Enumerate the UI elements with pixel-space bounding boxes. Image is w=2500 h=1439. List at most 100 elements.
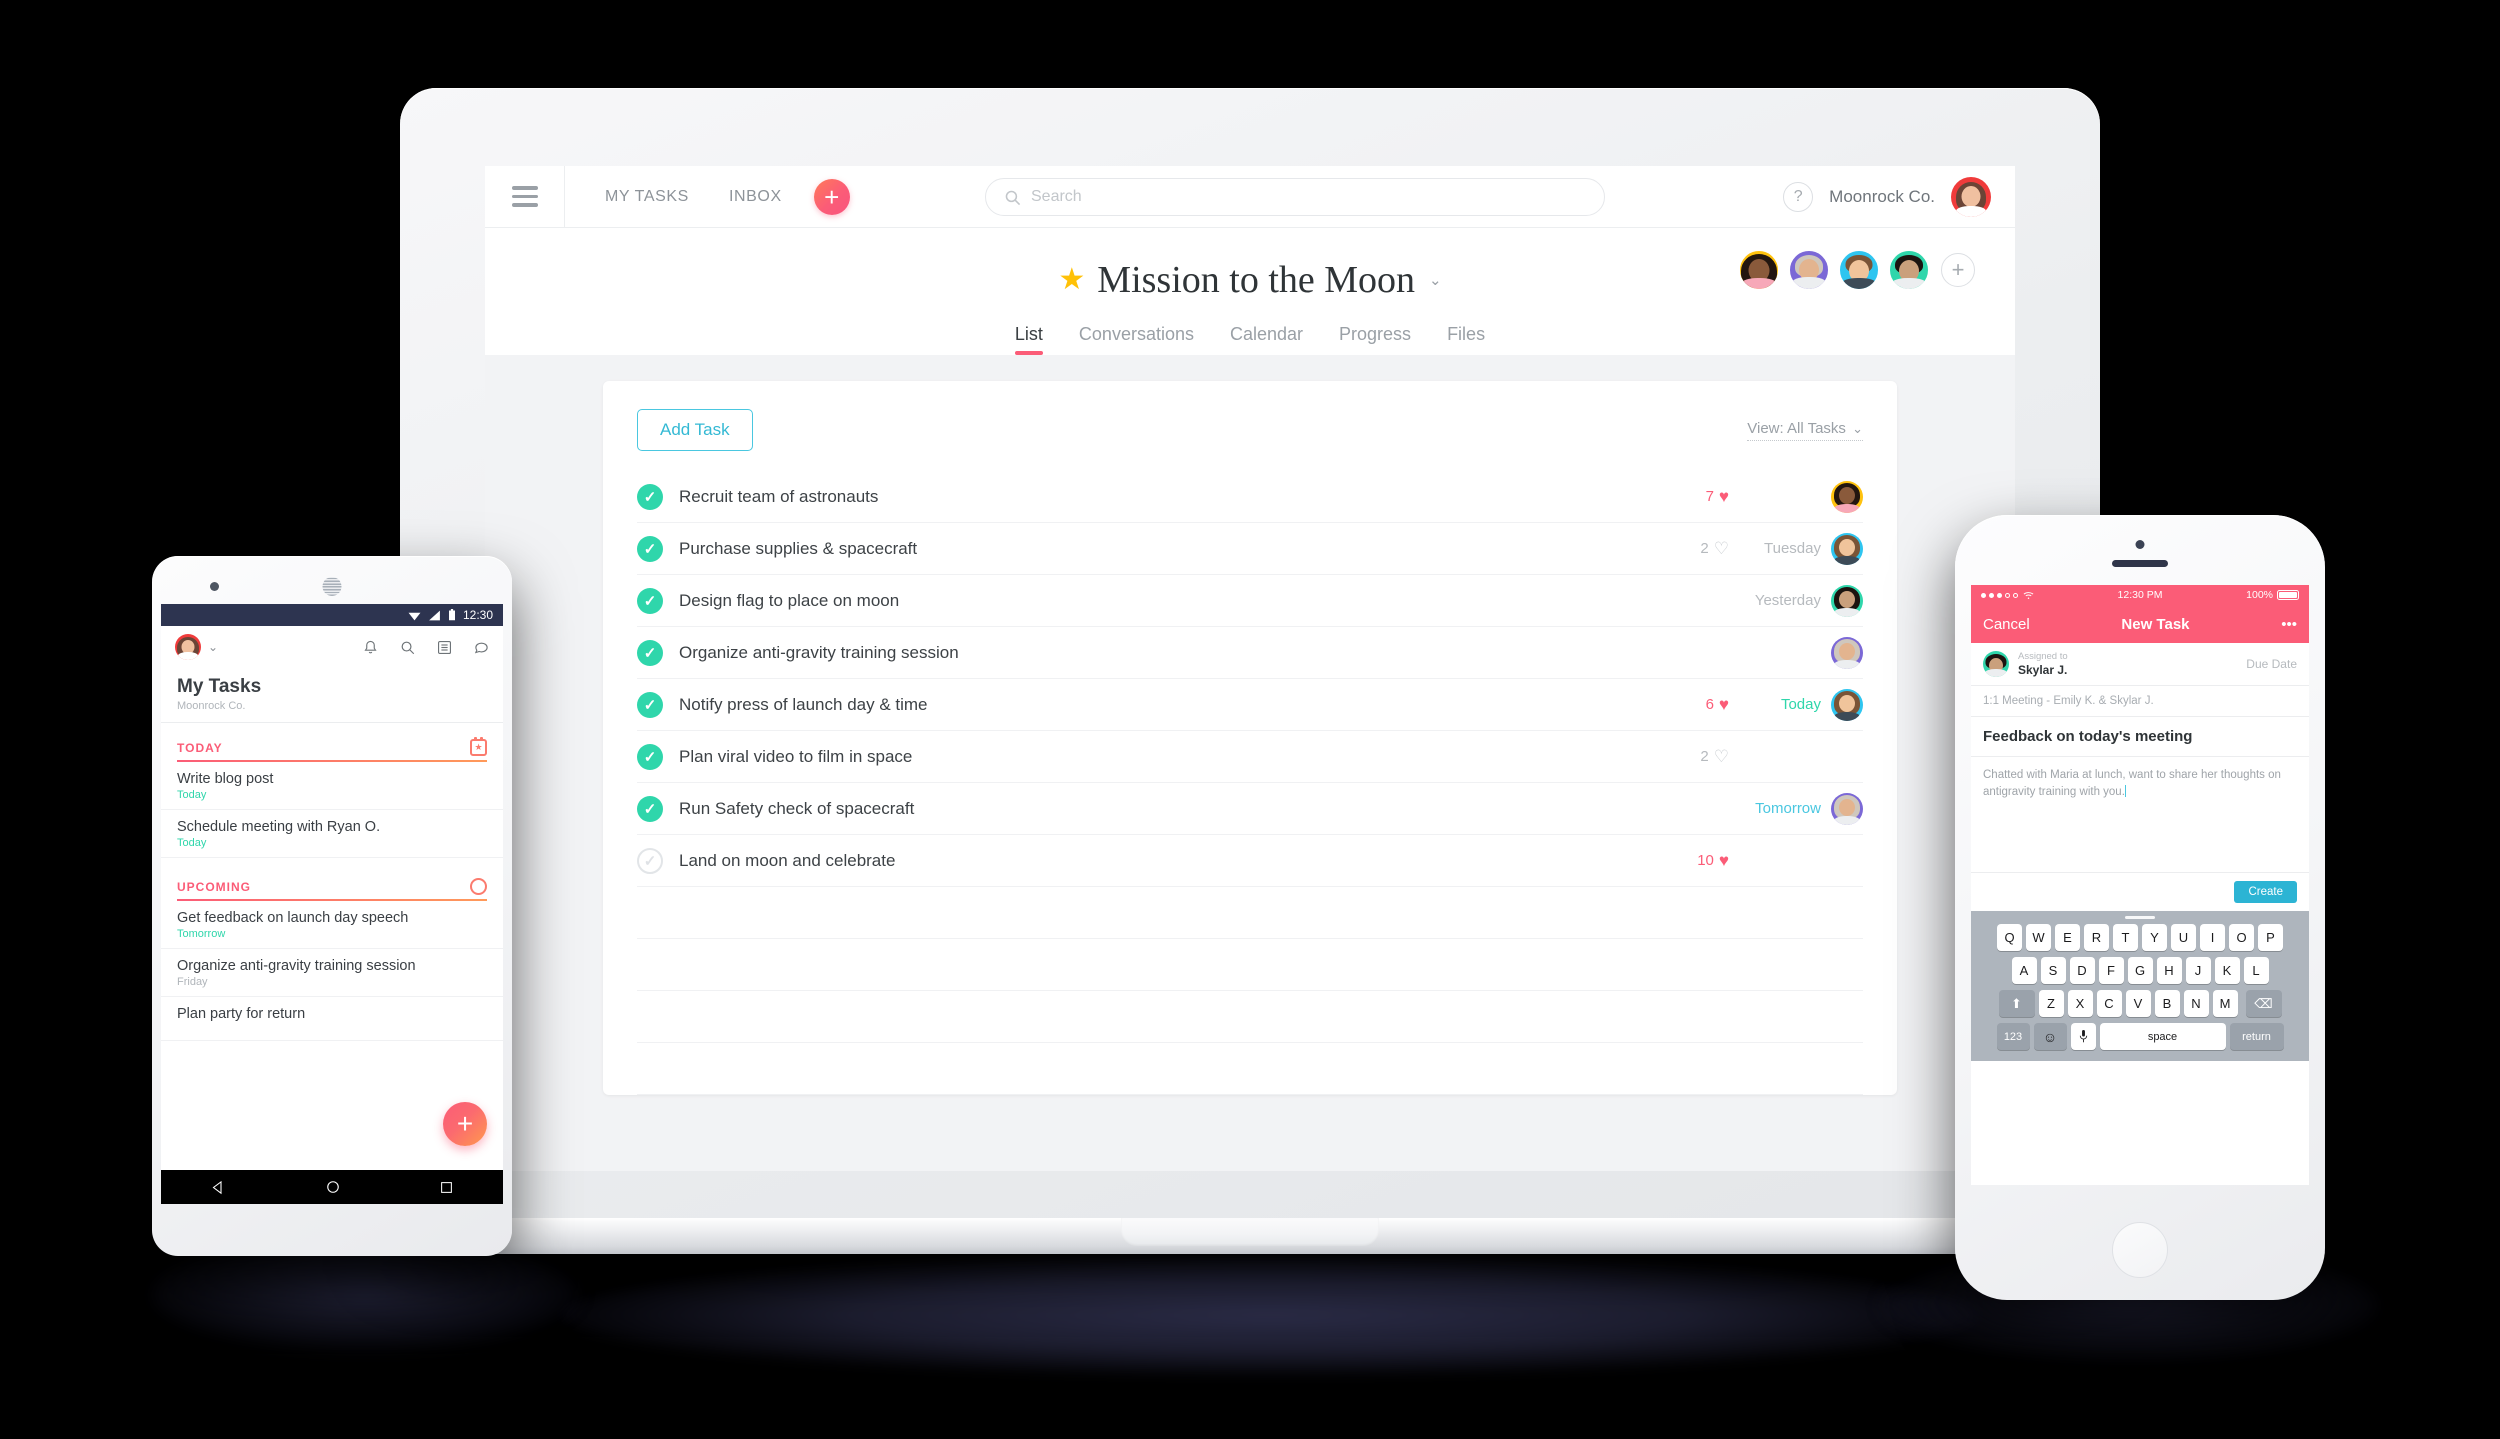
- nav-inbox[interactable]: INBOX: [729, 188, 782, 206]
- search-icon[interactable]: [400, 640, 415, 655]
- table-row[interactable]: ✓ Plan viral video to film in space 2 ♡: [637, 731, 1863, 783]
- circle-icon[interactable]: [470, 878, 487, 895]
- chat-icon[interactable]: [474, 640, 489, 655]
- mic-key[interactable]: [2070, 1023, 2096, 1050]
- due-date-button[interactable]: Due Date: [2246, 657, 2297, 671]
- like-count[interactable]: 2 ♡: [1700, 747, 1729, 767]
- table-row[interactable]: ✓ Notify press of launch day & time 6 ♥ Toda…: [637, 679, 1863, 731]
- key-w[interactable]: W: [2026, 924, 2051, 951]
- recents-icon[interactable]: [440, 1181, 453, 1194]
- list-item[interactable]: Plan party for return: [161, 997, 503, 1041]
- task-checkbox-checked[interactable]: ✓: [637, 587, 663, 614]
- nav-my-tasks[interactable]: MY TASKS: [605, 188, 689, 206]
- avatar[interactable]: [1837, 248, 1881, 292]
- table-row[interactable]: ✓ Purchase supplies & spacecraft 2 ♡ Tuesday: [637, 523, 1863, 575]
- key-f[interactable]: F: [2098, 957, 2124, 984]
- key-h[interactable]: H: [2156, 957, 2182, 984]
- list-item[interactable]: Get feedback on launch day speech Tomorr…: [161, 901, 503, 949]
- tab-files[interactable]: Files: [1447, 324, 1485, 355]
- avatar[interactable]: [1983, 651, 2009, 677]
- key-x[interactable]: X: [2067, 990, 2093, 1017]
- back-icon[interactable]: [211, 1180, 226, 1195]
- list-item[interactable]: Schedule meeting with Ryan O. Today: [161, 810, 503, 858]
- key-t[interactable]: T: [2113, 924, 2138, 951]
- task-due-date[interactable]: Tomorrow: [1739, 800, 1821, 817]
- add-task-fab[interactable]: +: [443, 1102, 487, 1146]
- key-l[interactable]: L: [2243, 957, 2269, 984]
- avatar[interactable]: [1831, 792, 1863, 825]
- table-row[interactable]: ✓ Run Safety check of spacecraft Tomorrow: [637, 783, 1863, 835]
- list-item[interactable]: Write blog post Today: [161, 762, 503, 810]
- key-g[interactable]: G: [2127, 957, 2153, 984]
- table-row[interactable]: ✓ Land on moon and celebrate 10 ♥: [637, 835, 1863, 887]
- shift-key[interactable]: ⬆: [1998, 990, 2035, 1017]
- avatar[interactable]: [1831, 584, 1863, 617]
- help-icon[interactable]: ?: [1783, 182, 1814, 212]
- calendar-star-icon[interactable]: ★: [470, 737, 487, 756]
- home-icon[interactable]: [326, 1180, 340, 1194]
- backspace-key[interactable]: ⌫: [2245, 990, 2282, 1017]
- key-n[interactable]: N: [2183, 990, 2209, 1017]
- key-i[interactable]: I: [2200, 924, 2225, 951]
- key-k[interactable]: K: [2214, 957, 2240, 984]
- task-checkbox-checked[interactable]: ✓: [637, 795, 663, 822]
- key-s[interactable]: S: [2040, 957, 2066, 984]
- tab-progress[interactable]: Progress: [1339, 324, 1411, 355]
- menu-button[interactable]: [485, 166, 565, 228]
- key-a[interactable]: A: [2011, 957, 2037, 984]
- avatar[interactable]: [1831, 532, 1863, 565]
- list-icon[interactable]: [437, 640, 452, 655]
- key-v[interactable]: V: [2125, 990, 2151, 1017]
- keyboard-handle[interactable]: [2125, 916, 2155, 919]
- add-member-button[interactable]: +: [1941, 253, 1975, 287]
- more-options-icon[interactable]: •••: [2281, 616, 2297, 633]
- numbers-key[interactable]: 123: [1996, 1023, 2030, 1050]
- space-key[interactable]: space: [2099, 1023, 2226, 1050]
- like-count[interactable]: 7 ♥: [1706, 487, 1729, 507]
- key-b[interactable]: B: [2154, 990, 2180, 1017]
- task-due-date[interactable]: Yesterday: [1739, 592, 1821, 609]
- chevron-down-icon[interactable]: ⌄: [1429, 271, 1442, 289]
- add-task-button[interactable]: Add Task: [637, 409, 753, 451]
- like-count[interactable]: 6 ♥: [1706, 695, 1729, 715]
- key-m[interactable]: M: [2212, 990, 2238, 1017]
- table-row[interactable]: ✓ Design flag to place on moon Yesterday: [637, 575, 1863, 627]
- avatar[interactable]: [1737, 248, 1781, 292]
- key-j[interactable]: J: [2185, 957, 2211, 984]
- key-d[interactable]: D: [2069, 957, 2095, 984]
- task-name-field[interactable]: Feedback on today's meeting: [1971, 717, 2309, 757]
- key-p[interactable]: P: [2258, 924, 2283, 951]
- tab-conversations[interactable]: Conversations: [1079, 324, 1194, 355]
- key-r[interactable]: R: [2084, 924, 2109, 951]
- home-button[interactable]: [2112, 1222, 2168, 1278]
- task-due-date[interactable]: Tuesday: [1739, 540, 1821, 557]
- view-filter-dropdown[interactable]: View: All Tasks ⌄: [1747, 420, 1863, 441]
- return-key[interactable]: return: [2229, 1023, 2284, 1050]
- avatar[interactable]: [1831, 480, 1863, 513]
- star-icon[interactable]: ★: [1058, 265, 1085, 295]
- like-count[interactable]: 2 ♡: [1700, 539, 1729, 559]
- task-checkbox-checked[interactable]: ✓: [637, 483, 663, 510]
- cancel-button[interactable]: Cancel: [1983, 616, 2030, 633]
- tab-calendar[interactable]: Calendar: [1230, 324, 1303, 355]
- avatar[interactable]: [1787, 248, 1831, 292]
- key-q[interactable]: Q: [1997, 924, 2022, 951]
- list-item[interactable]: Organize anti-gravity training session F…: [161, 949, 503, 997]
- assignee-row[interactable]: Assigned to Skylar J. Due Date: [1971, 643, 2309, 686]
- avatar[interactable]: [1831, 688, 1863, 721]
- create-button[interactable]: Create: [2234, 881, 2297, 903]
- avatar[interactable]: [175, 634, 201, 660]
- tab-list[interactable]: List: [1014, 324, 1043, 355]
- bell-icon[interactable]: [363, 639, 378, 655]
- like-count[interactable]: 10 ♥: [1697, 851, 1729, 871]
- key-e[interactable]: E: [2055, 924, 2080, 951]
- task-due-date[interactable]: Today: [1739, 696, 1821, 713]
- key-o[interactable]: O: [2229, 924, 2254, 951]
- search-input[interactable]: Search: [985, 178, 1605, 216]
- task-checkbox-checked[interactable]: ✓: [637, 691, 663, 718]
- task-checkbox-checked[interactable]: ✓: [637, 743, 663, 770]
- emoji-key[interactable]: ☺: [2033, 1023, 2067, 1050]
- project-breadcrumb[interactable]: 1:1 Meeting - Emily K. & Skylar J.: [1971, 686, 2309, 717]
- quick-add-button[interactable]: +: [813, 178, 850, 215]
- task-notes-field[interactable]: Chatted with Maria at lunch, want to sha…: [1971, 757, 2309, 873]
